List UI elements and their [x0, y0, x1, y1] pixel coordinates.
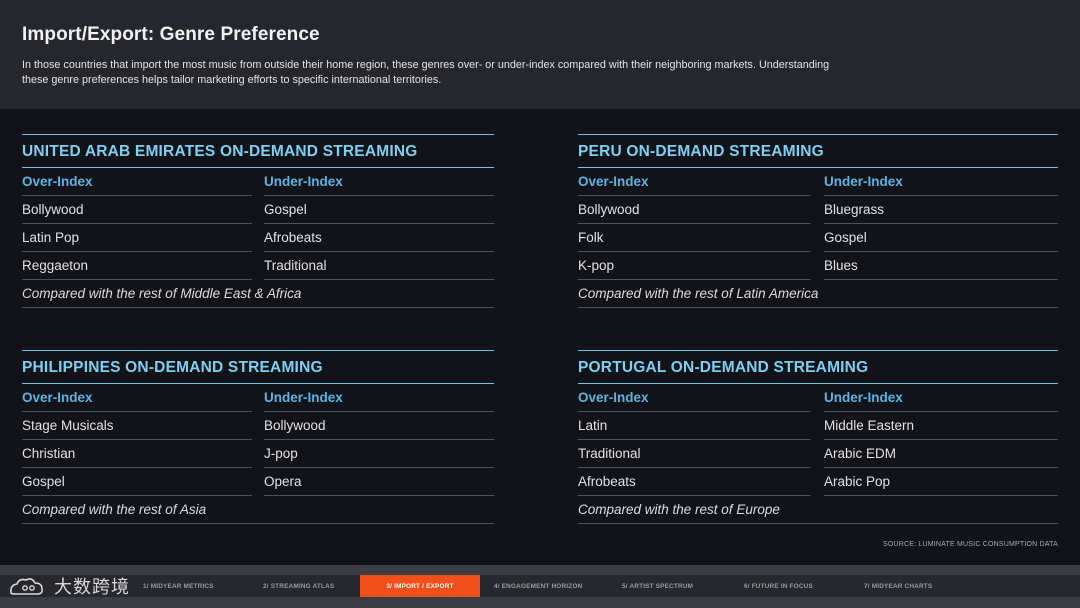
over-index-header: Over-Index — [578, 384, 811, 412]
column-headers: Over-Index Under-Index — [578, 168, 1058, 196]
under-index-header: Under-Index — [264, 384, 494, 412]
watermark-text: 大数跨境 — [54, 577, 130, 598]
under-index-header: Under-Index — [824, 384, 1058, 412]
over-index-genre: Bollywood — [578, 196, 811, 224]
panel-peru: PERU ON-DEMAND STREAMING Over-Index Unde… — [578, 134, 1058, 308]
under-index-genre: Opera — [264, 468, 494, 496]
under-index-genre: Traditional — [264, 252, 494, 280]
table-row: Bollywood Gospel — [22, 196, 494, 224]
nav-item-midyear-metrics[interactable]: 1/ MIDYEAR METRICS — [143, 575, 253, 597]
table-row: Folk Gospel — [578, 224, 1058, 252]
over-index-genre: Traditional — [578, 440, 811, 468]
panel-title: PHILIPPINES ON-DEMAND STREAMING — [22, 350, 494, 384]
source-note: SOURCE: LUMINATE MUSIC CONSUMPTION DATA — [882, 541, 1058, 548]
footer-divider — [0, 565, 1080, 575]
column-headers: Over-Index Under-Index — [578, 384, 1058, 412]
comparison-note: Compared with the rest of Latin America — [578, 280, 1058, 308]
over-index-genre: Latin Pop — [22, 224, 252, 252]
table-row: Gospel Opera — [22, 468, 494, 496]
comparison-note: Compared with the rest of Asia — [22, 496, 494, 524]
table-row: Bollywood Bluegrass — [578, 196, 1058, 224]
panel-title: UNITED ARAB EMIRATES ON-DEMAND STREAMING — [22, 134, 494, 168]
nav-item-midyear-charts[interactable]: 7/ MIDYEAR CHARTS — [864, 575, 974, 597]
over-index-genre: Gospel — [22, 468, 252, 496]
panel-uae: UNITED ARAB EMIRATES ON-DEMAND STREAMING… — [22, 134, 494, 308]
over-index-genre: Reggaeton — [22, 252, 252, 280]
under-index-genre: Afrobeats — [264, 224, 494, 252]
under-index-genre: Arabic Pop — [824, 468, 1058, 496]
under-index-genre: Bluegrass — [824, 196, 1058, 224]
column-headers: Over-Index Under-Index — [22, 384, 494, 412]
table-row: Latin Middle Eastern — [578, 412, 1058, 440]
under-index-genre: Gospel — [824, 224, 1058, 252]
page-description: In those countries that import the most … — [22, 59, 830, 86]
panel-philippines: PHILIPPINES ON-DEMAND STREAMING Over-Ind… — [22, 350, 494, 524]
nav-item-streaming-atlas[interactable]: 2/ STREAMING ATLAS — [263, 575, 358, 597]
over-index-genre: Stage Musicals — [22, 412, 252, 440]
over-index-header: Over-Index — [22, 168, 252, 196]
under-index-header: Under-Index — [264, 168, 494, 196]
nav-item-engagement-horizon[interactable]: 4/ ENGAGEMENT HORIZON — [494, 575, 614, 597]
over-index-header: Over-Index — [22, 384, 252, 412]
column-headers: Over-Index Under-Index — [22, 168, 494, 196]
comparison-note: Compared with the rest of Middle East & … — [22, 280, 494, 308]
over-index-genre: Christian — [22, 440, 252, 468]
table-row: Traditional Arabic EDM — [578, 440, 1058, 468]
under-index-genre: J-pop — [264, 440, 494, 468]
watermark-logo: 大数跨境 — [8, 572, 130, 600]
under-index-genre: Blues — [824, 252, 1058, 280]
nav-item-artist-spectrum[interactable]: 5/ ARTIST SPECTRUM — [622, 575, 732, 597]
over-index-genre: Latin — [578, 412, 811, 440]
table-row: Latin Pop Afrobeats — [22, 224, 494, 252]
under-index-genre: Arabic EDM — [824, 440, 1058, 468]
comparison-note: Compared with the rest of Europe — [578, 496, 1058, 524]
under-index-genre: Middle Eastern — [824, 412, 1058, 440]
panel-portugal: PORTUGAL ON-DEMAND STREAMING Over-Index … — [578, 350, 1058, 524]
panel-title: PORTUGAL ON-DEMAND STREAMING — [578, 350, 1058, 384]
over-index-header: Over-Index — [578, 168, 811, 196]
over-index-genre: Bollywood — [22, 196, 252, 224]
section-nav: 1/ MIDYEAR METRICS 2/ STREAMING ATLAS 3/… — [0, 575, 1080, 597]
over-index-genre: Folk — [578, 224, 811, 252]
under-index-header: Under-Index — [824, 168, 1058, 196]
table-row: Christian J-pop — [22, 440, 494, 468]
nav-item-future-in-focus[interactable]: 6/ FUTURE IN FOCUS — [744, 575, 854, 597]
table-row: K-pop Blues — [578, 252, 1058, 280]
over-index-genre: K-pop — [578, 252, 811, 280]
table-row: Afrobeats Arabic Pop — [578, 468, 1058, 496]
under-index-genre: Bollywood — [264, 412, 494, 440]
nav-item-import-export[interactable]: 3/ IMPORT / EXPORT — [360, 575, 480, 597]
table-row: Reggaeton Traditional — [22, 252, 494, 280]
table-row: Stage Musicals Bollywood — [22, 412, 494, 440]
footer-bottom-bar — [0, 597, 1080, 608]
cloud-logo-icon — [8, 575, 48, 597]
panel-title: PERU ON-DEMAND STREAMING — [578, 134, 1058, 168]
page-title: Import/Export: Genre Preference — [22, 24, 320, 45]
page-header: Import/Export: Genre Preference In those… — [0, 0, 1080, 109]
over-index-genre: Afrobeats — [578, 468, 811, 496]
under-index-genre: Gospel — [264, 196, 494, 224]
